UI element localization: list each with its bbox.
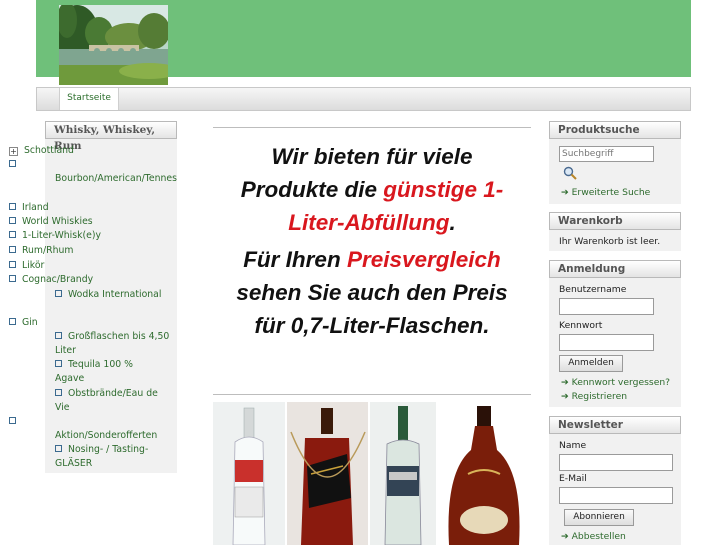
category-item-aktion-label[interactable]: Aktion/Sonderofferten <box>55 429 180 443</box>
login-box-title: Anmeldung <box>549 260 681 278</box>
category-item-tequila[interactable]: Tequila 100 % Agave <box>55 358 155 386</box>
category-item-nosing[interactable]: Nosing- / Tasting-GLÄSER <box>55 443 165 471</box>
magnifier-icon[interactable] <box>563 166 577 183</box>
password-label: Kennwort <box>559 320 603 331</box>
checkbox-icon <box>55 332 62 339</box>
tab-startseite[interactable]: Startseite <box>59 88 119 110</box>
username-input[interactable] <box>559 298 654 315</box>
unsubscribe-link[interactable]: ➔ Abbestellen <box>561 531 626 542</box>
category-item-gin[interactable]: Gin <box>9 316 134 330</box>
advanced-search-link[interactable]: ➔ Erweiterte Suche <box>561 187 650 198</box>
newsletter-box: Newsletter Name E-Mail Abonnieren ➔ Abbe… <box>549 416 681 545</box>
newsletter-name-input[interactable] <box>559 454 673 471</box>
checkbox-icon <box>9 217 16 224</box>
checkbox-icon <box>55 360 62 367</box>
product-images <box>213 402 531 545</box>
newsletter-box-title: Newsletter <box>549 416 681 434</box>
divider-bottom <box>213 394 531 395</box>
username-label: Benutzername <box>559 284 627 295</box>
forgot-password-link[interactable]: ➔ Kennwort vergessen? <box>561 377 670 388</box>
checkbox-icon <box>9 246 16 253</box>
category-item-aktion[interactable] <box>9 415 134 429</box>
category-item-cognac[interactable]: Cognac/Brandy <box>9 273 134 287</box>
brandy-bottle-image[interactable] <box>438 402 531 545</box>
category-item-likoer[interactable]: Likör <box>9 259 134 273</box>
newsletter-name-label: Name <box>559 440 587 451</box>
category-item-rum[interactable]: Rum/Rhum <box>9 244 134 258</box>
checkbox-icon <box>9 417 16 424</box>
checkbox-icon <box>55 389 62 396</box>
category-item-wodka[interactable]: Wodka International <box>55 288 175 302</box>
promo-line-6: für 0,7-Liter-Flaschen. <box>254 313 490 338</box>
promo-line-4: Für Ihren Preisvergleich <box>243 247 501 272</box>
checkbox-icon <box>55 445 62 452</box>
promo-line-2: Produkte die günstige 1- <box>240 177 504 202</box>
promo-line-3: Liter-Abfüllung. <box>288 210 456 235</box>
subscribe-button[interactable]: Abonnieren <box>564 509 634 526</box>
checkbox-icon <box>9 160 16 167</box>
category-item-bourbon-label[interactable]: Bourbon/American/Tennessee Whisk(e)y <box>55 172 177 186</box>
search-input[interactable] <box>559 146 654 162</box>
category-item-schottland[interactable]: + Schottland <box>9 144 134 158</box>
checkbox-icon <box>55 290 62 297</box>
checkbox-icon <box>9 261 16 268</box>
newsletter-email-label: E-Mail <box>559 473 587 484</box>
category-item-bourbon[interactable] <box>9 158 134 172</box>
promo-line-1: Wir bieten für viele <box>271 144 473 169</box>
newsletter-email-input[interactable] <box>559 487 673 504</box>
category-item-grossflaschen[interactable]: Großflaschen bis 4,50 Liter <box>55 330 175 358</box>
category-item-irland[interactable]: Irland <box>9 201 134 215</box>
search-box: Produktsuche ➔ Erweiterte Suche <box>549 121 681 204</box>
cart-box: Warenkorb Ihr Warenkorb ist leer. <box>549 212 681 251</box>
login-box: Anmeldung Benutzername Kennwort Anmelden… <box>549 260 681 407</box>
category-item-1-liter[interactable]: 1-Liter-Whisk(e)y <box>9 229 134 243</box>
blended-whisky-bottle-image[interactable] <box>287 402 368 545</box>
cart-box-title: Warenkorb <box>549 212 681 230</box>
site-logo[interactable] <box>59 5 168 85</box>
checkbox-icon <box>9 318 16 325</box>
cart-status: Ihr Warenkorb ist leer. <box>559 236 661 247</box>
search-box-title: Produktsuche <box>549 121 681 139</box>
main-navigation: Startseite <box>36 87 691 111</box>
category-box-title: Whisky, Whiskey, Rum <box>45 121 177 152</box>
register-link[interactable]: ➔ Registrieren <box>561 391 627 402</box>
promo-line-5: sehen Sie auch den Preis <box>236 280 508 305</box>
password-input[interactable] <box>559 334 654 351</box>
landscape-image <box>59 5 168 85</box>
category-item-world-whiskies[interactable]: World Whiskies <box>9 215 134 229</box>
login-button[interactable]: Anmelden <box>559 355 623 372</box>
divider-top <box>213 127 531 128</box>
vodka-bottle-image[interactable] <box>213 402 285 545</box>
checkbox-icon <box>9 275 16 282</box>
expand-icon[interactable]: + <box>9 147 18 156</box>
vodka-bottle-2-image[interactable] <box>370 402 436 545</box>
category-item-obstbraende[interactable]: Obstbrände/Eau de Vie <box>55 387 167 415</box>
checkbox-icon <box>9 203 16 210</box>
checkbox-icon <box>9 231 16 238</box>
